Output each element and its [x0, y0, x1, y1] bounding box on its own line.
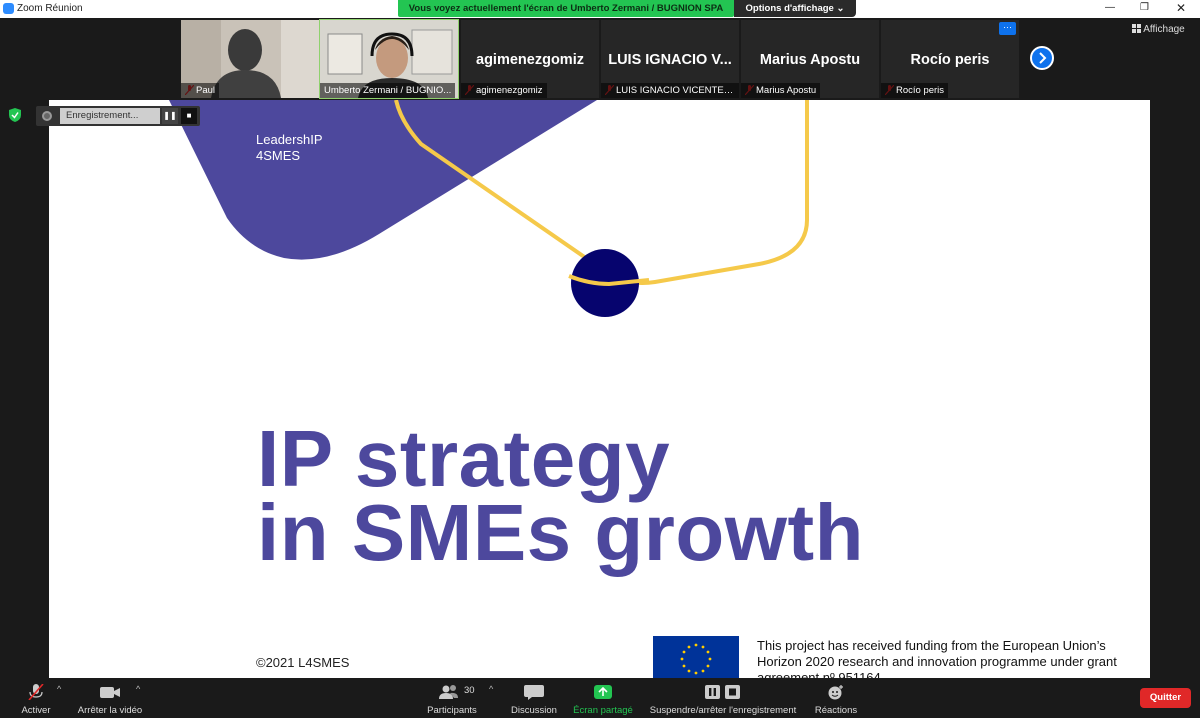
participant-name: Paul: [181, 83, 220, 98]
participant-name: Rocío peris: [881, 83, 949, 98]
brand-line-2: 4SMES: [256, 148, 301, 163]
participant-display-name: agimenezgomiz: [476, 52, 584, 68]
view-options-button[interactable]: Options d'affichage ⌄: [734, 0, 856, 17]
participant-tile-paul[interactable]: Paul: [181, 20, 319, 98]
reactions-label: Réactions: [814, 705, 858, 716]
slide-title-line-2: in SMEs growth: [257, 488, 864, 577]
video-options-chevron-icon[interactable]: ^: [136, 684, 140, 694]
chat-button[interactable]: Discussion: [506, 678, 562, 718]
shared-screen-slide: LeadershIP 4SMES IP strategy in SMEs gro…: [49, 100, 1150, 678]
more-options-button[interactable]: ···: [999, 22, 1016, 35]
participant-display-name: LUIS IGNACIO V...: [608, 52, 732, 68]
screen-share-banner: Vous voyez actuellement l'écran de Umber…: [398, 0, 734, 17]
reactions-icon: [828, 685, 843, 700]
stop-video-label: Arrêter la vidéo: [77, 705, 143, 716]
eu-stars: [680, 643, 712, 675]
participants-button[interactable]: 30 Participants: [420, 678, 484, 718]
view-label: Affichage: [1143, 24, 1185, 35]
participant-name: Marius Apostu: [741, 83, 821, 98]
pause-recording-button[interactable]: ❚❚: [162, 108, 178, 124]
participant-tile-marius[interactable]: Marius Apostu Marius Apostu: [741, 20, 879, 98]
minimize-button[interactable]: —: [1105, 2, 1115, 14]
recording-label: Enregistrement...: [60, 108, 160, 124]
grid-view-icon: [1132, 24, 1141, 33]
participant-display-name: Rocío peris: [910, 52, 990, 68]
recording-indicator-icon: [42, 111, 52, 121]
share-screen-icon: [594, 685, 612, 699]
participants-count: 30: [464, 685, 475, 696]
shield-icon[interactable]: [9, 108, 21, 122]
participant-name: Umberto Zermani / BUGNIO...: [320, 83, 456, 98]
record-controls-button[interactable]: Suspendre/arrêter l'enregistrement: [646, 678, 800, 718]
chat-icon: [524, 685, 544, 700]
chevron-right-icon: [1039, 52, 1047, 64]
slide-brand: LeadershIP 4SMES: [256, 132, 323, 164]
view-button[interactable]: Affichage: [1132, 22, 1194, 38]
participant-name: LUIS IGNACIO VICENTE D...: [601, 83, 739, 98]
zoom-app-icon: [3, 3, 14, 14]
stop-recording-button[interactable]: ■: [181, 108, 197, 124]
close-window-button[interactable]: ✕: [1176, 1, 1188, 15]
participants-strip: [0, 18, 1200, 100]
slide-title-line-1: IP strategy: [257, 414, 671, 503]
eu-flag: [653, 636, 739, 678]
record-controls-label: Suspendre/arrêter l'enregistrement: [649, 705, 797, 716]
recording-bar: Enregistrement... ❚❚ ■: [36, 106, 200, 126]
participant-name: agimenezgomiz: [461, 83, 547, 98]
maximize-button[interactable]: ❐: [1140, 2, 1150, 14]
participant-display-name: Marius Apostu: [759, 52, 861, 68]
share-screen-label: Écran partagé: [573, 705, 633, 716]
participant-tile-agimenezgomiz[interactable]: agimenezgomiz agimenezgomiz: [461, 20, 599, 98]
unmute-button[interactable]: Activer: [14, 678, 58, 718]
meeting-toolbar: Activer ^ Arrêter la vidéo ^ 30 Particip…: [0, 678, 1200, 718]
mic-off-icon: [28, 684, 44, 700]
slide-copyright: ©2021 L4SMES: [256, 655, 350, 670]
participant-tile-umberto[interactable]: Umberto Zermani / BUGNIO...: [319, 19, 459, 99]
participants-label: Participants: [427, 705, 477, 716]
purple-shape: [169, 100, 597, 260]
unmute-label: Activer: [21, 705, 51, 716]
next-page-button[interactable]: [1030, 46, 1054, 70]
window-title: Zoom Réunion: [17, 3, 83, 14]
pause-record-icon: [705, 685, 740, 699]
audio-options-chevron-icon[interactable]: ^: [57, 684, 61, 694]
chat-label: Discussion: [511, 705, 557, 716]
quit-meeting-button[interactable]: Quitter: [1140, 688, 1191, 708]
brand-line-1: LeadershIP: [256, 132, 323, 147]
funding-notice: This project has received funding from t…: [757, 638, 1117, 678]
slide-title: IP strategy in SMEs growth: [257, 414, 864, 577]
participant-tile-luis[interactable]: LUIS IGNACIO V... LUIS IGNACIO VICENTE D…: [601, 20, 739, 98]
slide-graphics: [169, 100, 809, 317]
reactions-button[interactable]: Réactions: [808, 678, 864, 718]
share-screen-button[interactable]: Écran partagé: [570, 678, 636, 718]
participants-options-chevron-icon[interactable]: ^: [489, 684, 493, 694]
